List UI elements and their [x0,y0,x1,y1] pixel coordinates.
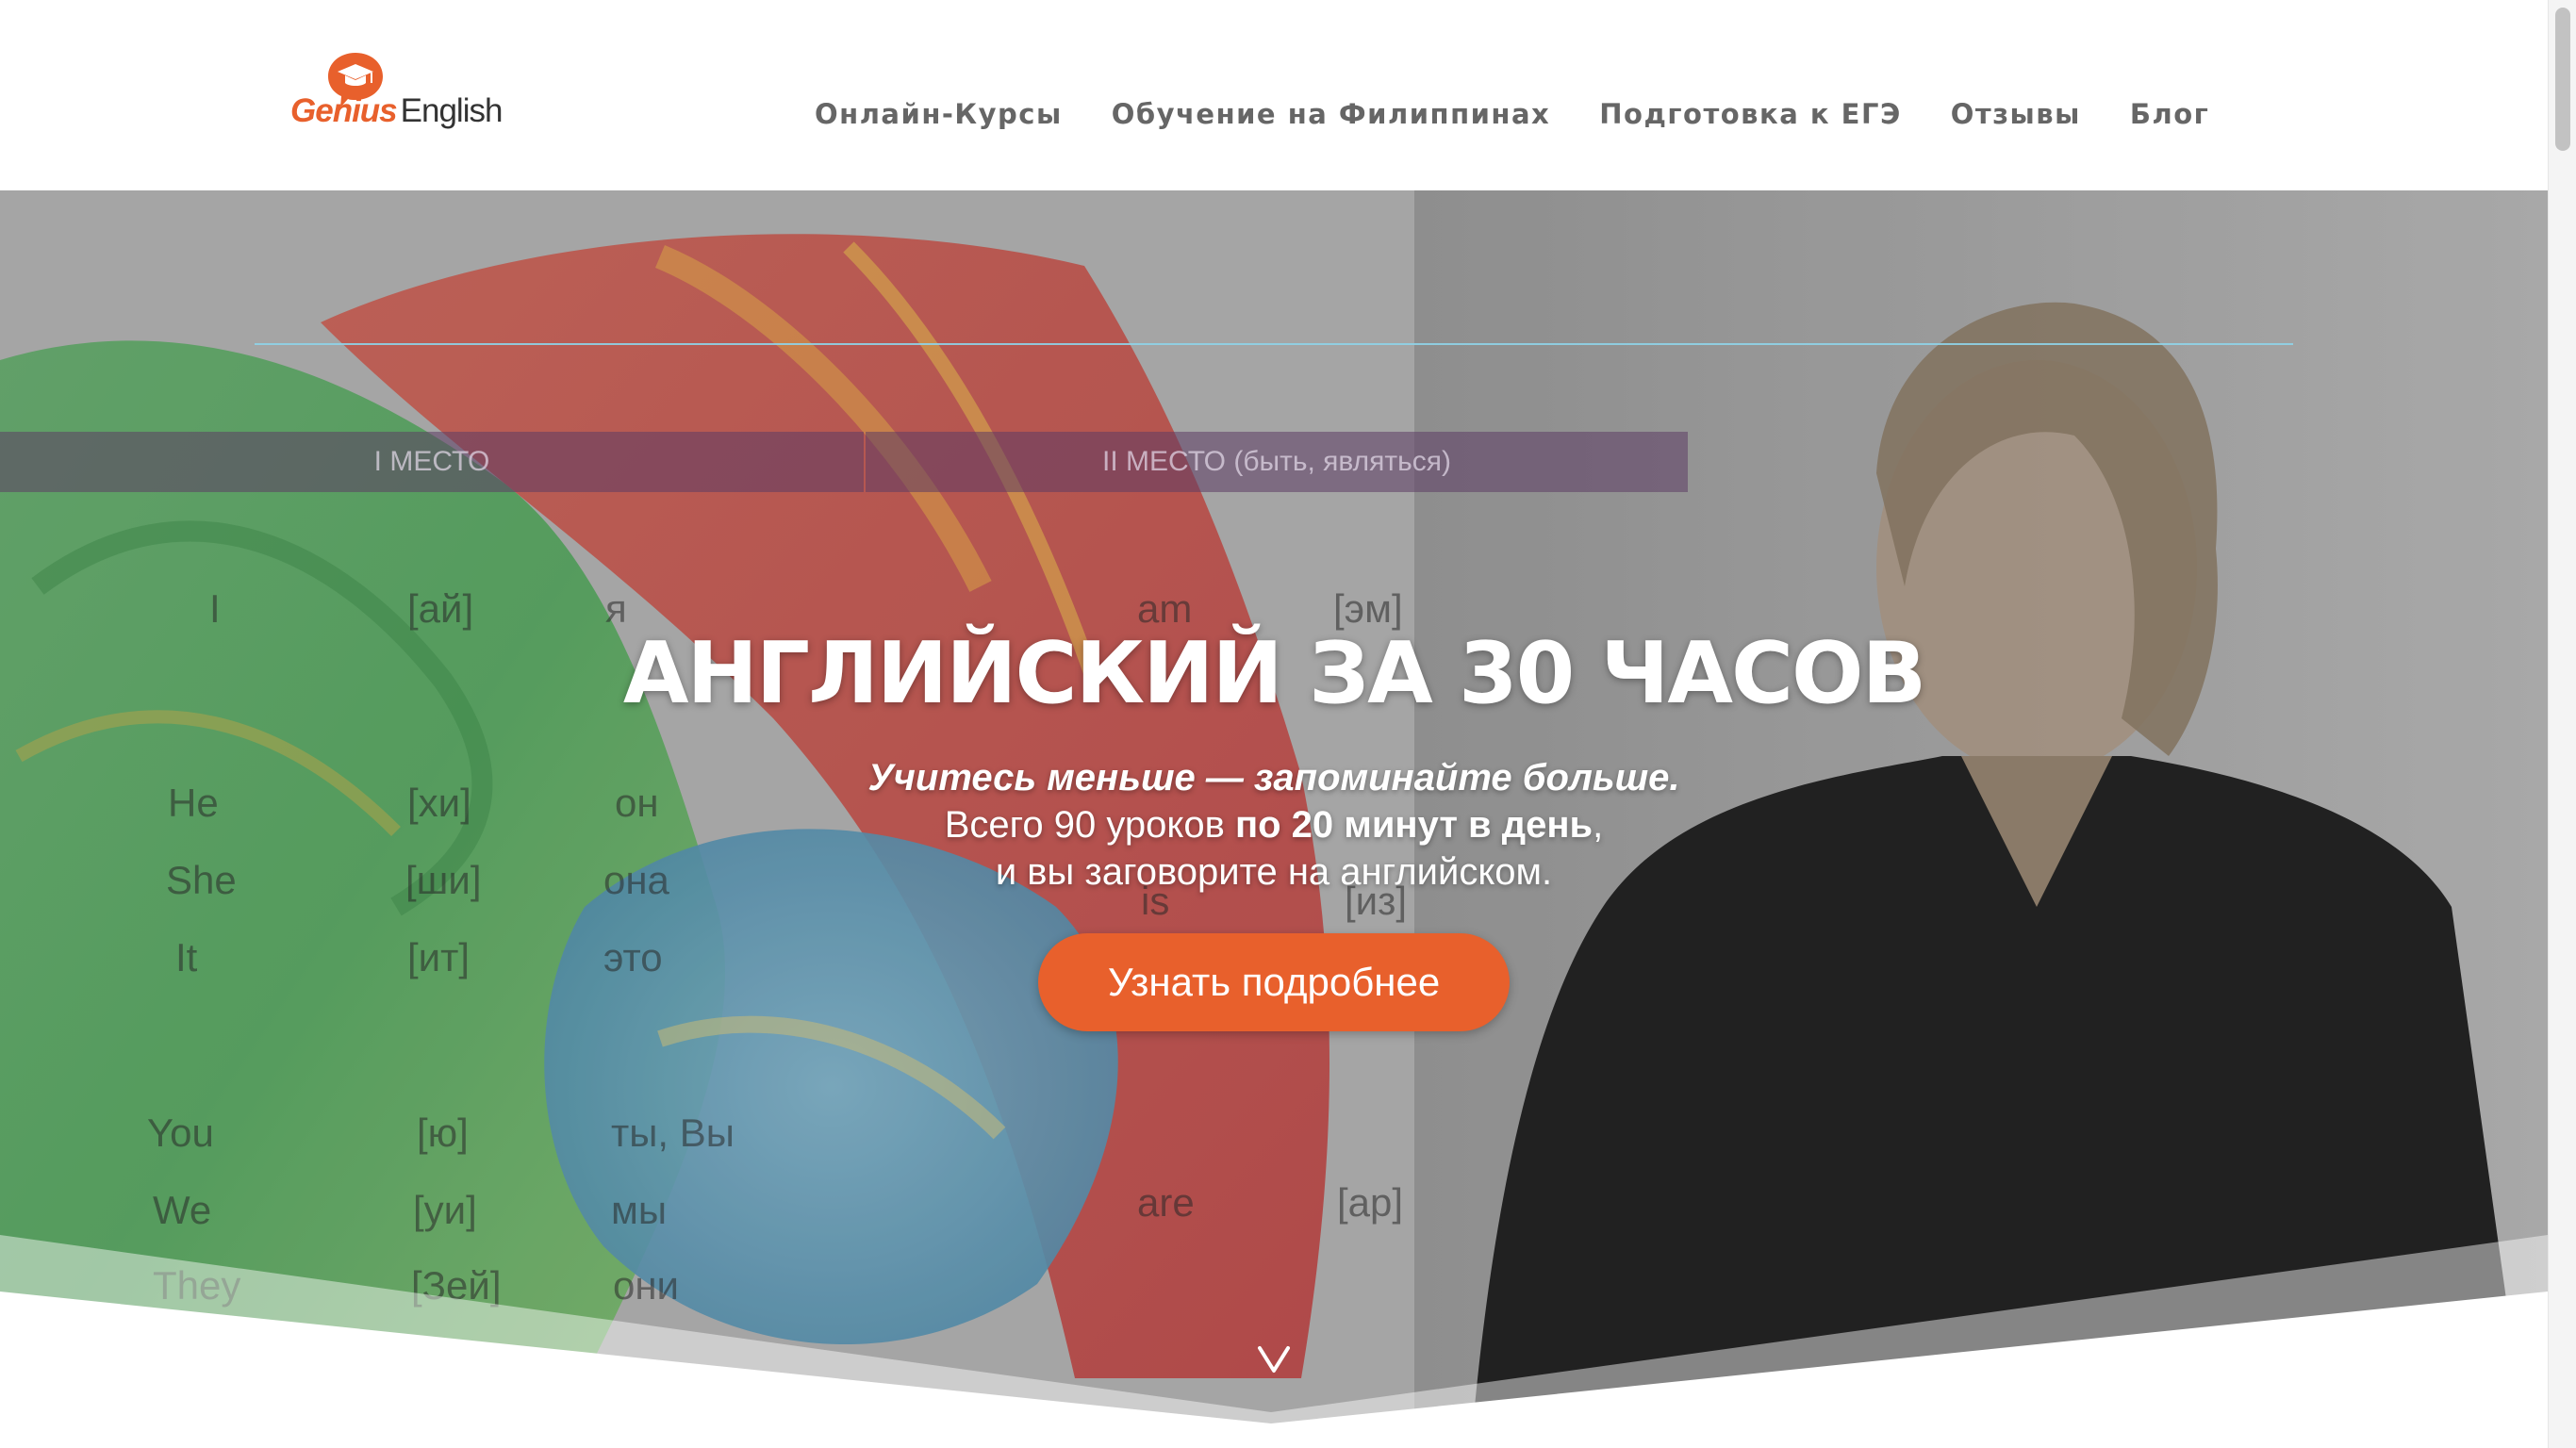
hero-divider-line [255,343,2293,345]
board-word: мы [611,1188,668,1232]
board-word: [уи] [413,1188,477,1232]
nav-online-courses[interactable]: Онлайн-Курсы [815,98,1063,130]
board-word: You [147,1111,214,1155]
hero-subtitle-highlight: по 20 минут в день [1234,804,1593,846]
chevron-down-icon[interactable] [1254,1342,1294,1376]
nav-ege-prep[interactable]: Подготовка к ЕГЭ [1599,98,1901,130]
hero-subtitle-line3: и вы заговорите на английском. [995,851,1553,893]
nav-philippines[interactable]: Обучение на Филиппинах [1112,98,1551,130]
hero-subtitle-comma: , [1593,804,1604,846]
board-word: It [175,935,198,979]
main-nav: Онлайн-Курсы Обучение на Филиппинах Подг… [815,98,2209,130]
hero-section: I МЕСТО II МЕСТО (быть, являться) I [ай]… [0,190,2548,1448]
board-header-right: II МЕСТО (быть, являться) [866,432,1688,492]
hero-subtitle-text: Всего 90 уроков [944,804,1235,846]
board-word: They [153,1263,241,1308]
board-word: [ю] [417,1111,469,1155]
nav-blog[interactable]: Блог [2130,98,2209,130]
hero-subtitle: Учитесь меньше — запоминайте больше. Все… [0,754,2548,896]
board-word: We [153,1188,212,1232]
page-scrollbar[interactable] [2548,0,2576,1448]
scrollbar-thumb[interactable] [2555,8,2570,151]
logo-genius-text: Genius [290,92,398,129]
board-word: [ит] [407,935,471,979]
logo-wordmark: Genius English [290,92,504,130]
learn-more-button[interactable]: Узнать подробнее [1038,933,1510,1031]
site-logo[interactable]: Genius English [290,51,503,136]
hero-subtitle-tagline: Учитесь меньше — запоминайте больше. [867,757,1680,798]
board-header-left: I МЕСТО [0,432,864,492]
hero-title: АНГЛИЙСКИЙ ЗА 30 ЧАСОВ [622,624,1926,723]
board-word: are [1137,1180,1195,1225]
nav-reviews[interactable]: Отзывы [1951,98,2081,130]
board-word: ты, Вы [611,1111,735,1155]
board-word: это [603,935,663,979]
logo-english-text: English [400,92,504,129]
board-word: [ар] [1337,1180,1404,1225]
site-header: Genius English Онлайн-Курсы Обучение на Ф… [0,0,2548,190]
board-word: [Зей] [411,1263,502,1308]
board-word: они [613,1263,680,1308]
